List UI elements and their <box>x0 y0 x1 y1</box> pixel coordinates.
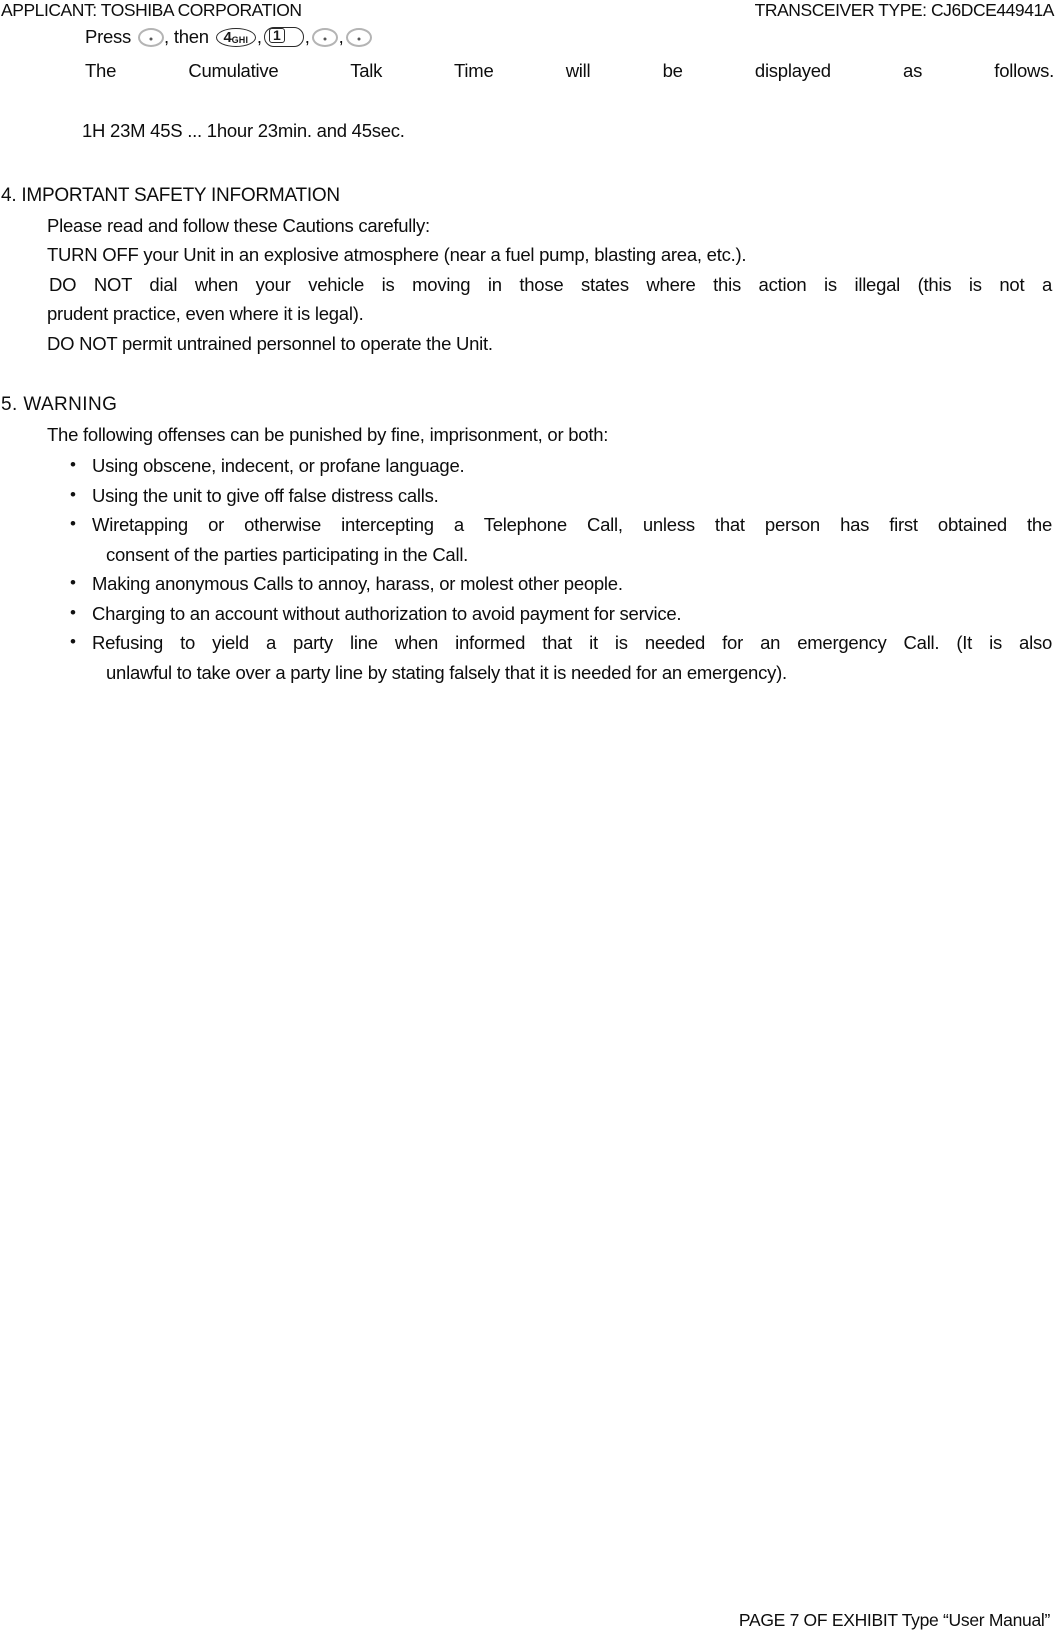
key-4-ghi-icon: 4GHI <box>215 27 256 47</box>
bullet-text-continuation: consent of the parties participating in … <box>106 543 469 565</box>
section-5-heading: 5. WARNING <box>1 394 118 415</box>
section-warning: 5. WARNING The following offenses can be… <box>0 390 1056 687</box>
bullet-text: Using the unit to give off false distres… <box>92 484 439 506</box>
list-item: Using obscene, indecent, or profane lang… <box>68 450 1052 481</box>
key-separator-3: , <box>338 26 344 48</box>
key-4-letters: GHI <box>231 34 249 45</box>
list-item: Refusing to yield a party line when info… <box>68 627 1052 687</box>
list-item: Wiretapping or otherwise intercepting a … <box>68 509 1052 569</box>
key-1-icon: 1 <box>263 27 304 47</box>
safety-line-untrained-personnel: DO NOT permit untrained personnel to ope… <box>47 332 493 354</box>
section-5-intro-block: The following offenses can be punished b… <box>0 420 1056 450</box>
key-4-digit: 4 <box>223 28 232 46</box>
page-footer: PAGE 7 OF EXHIBIT Type “User Manual” <box>738 1610 1050 1630</box>
safety-paragraph-do-not-dial: DO NOT dial when your vehicle is moving … <box>0 270 1056 329</box>
bullet-text: Wiretapping or otherwise intercepting a … <box>92 514 1052 535</box>
list-item: Using the unit to give off false distres… <box>68 480 1052 511</box>
bullet-text: Charging to an account without authoriza… <box>92 602 682 624</box>
section-4-heading: 4. IMPORTANT SAFETY INFORMATION <box>1 185 340 206</box>
press-instruction-line: Press , then 4GHI , 1 , , <box>0 22 1056 52</box>
key-separator-1: , <box>256 26 262 48</box>
key-1-digit: 1 <box>268 28 285 43</box>
list-item: Making anonymous Calls to annoy, harass,… <box>68 568 1052 599</box>
warning-intro-line: The following offenses can be punished b… <box>47 423 609 445</box>
list-item: Charging to an account without authoriza… <box>68 598 1052 629</box>
safety-paragraph-line-2: prudent practice, even where it is legal… <box>47 303 364 324</box>
blank-key-icon-1 <box>138 27 165 47</box>
header-applicant: APPLICANT: TOSHIBA CORPORATION <box>1 0 302 20</box>
bullet-text: Making anonymous Calls to annoy, harass,… <box>92 573 623 594</box>
bullet-text: Refusing to yield a party line when info… <box>92 632 1052 653</box>
blank-key-icon-3 <box>345 27 372 47</box>
warning-offenses-list: Using obscene, indecent, or profane lang… <box>0 450 1056 687</box>
bullet-text-continuation: unlawful to take over a party line by st… <box>106 661 787 683</box>
key-separator-2: , <box>304 26 310 48</box>
blank-key-icon-2 <box>311 27 338 47</box>
cumulative-talk-time-line: The Cumulative Talk Time will be display… <box>85 60 1054 81</box>
then-label: , then <box>164 26 209 48</box>
document-body: Press , then 4GHI , 1 , , The Cumulative… <box>0 22 1056 687</box>
page-header: APPLICANT: TOSHIBA CORPORATION TRANSCEIV… <box>0 0 1056 22</box>
section-4-closing: DO NOT permit untrained personnel to ope… <box>0 329 1056 359</box>
safety-line-turn-off: TURN OFF your Unit in an explosive atmos… <box>47 244 747 265</box>
safety-line-read-cautions: Please read and follow these Cautions ca… <box>47 214 430 236</box>
section-4-lines: Please read and follow these Cautions ca… <box>0 211 1056 270</box>
example-duration-line: 1H 23M 45S ... 1hour 23min. and 45sec. <box>82 119 405 141</box>
press-label: Press <box>85 26 132 48</box>
section-important-safety-information: 4. IMPORTANT SAFETY INFORMATION Please r… <box>0 181 1056 358</box>
header-transceiver-type: TRANSCEIVER TYPE: CJ6DCE44941A <box>754 0 1055 20</box>
bullet-text: Using obscene, indecent, or profane lang… <box>92 455 465 476</box>
safety-paragraph-line-1: DO NOT dial when your vehicle is moving … <box>49 273 1052 295</box>
